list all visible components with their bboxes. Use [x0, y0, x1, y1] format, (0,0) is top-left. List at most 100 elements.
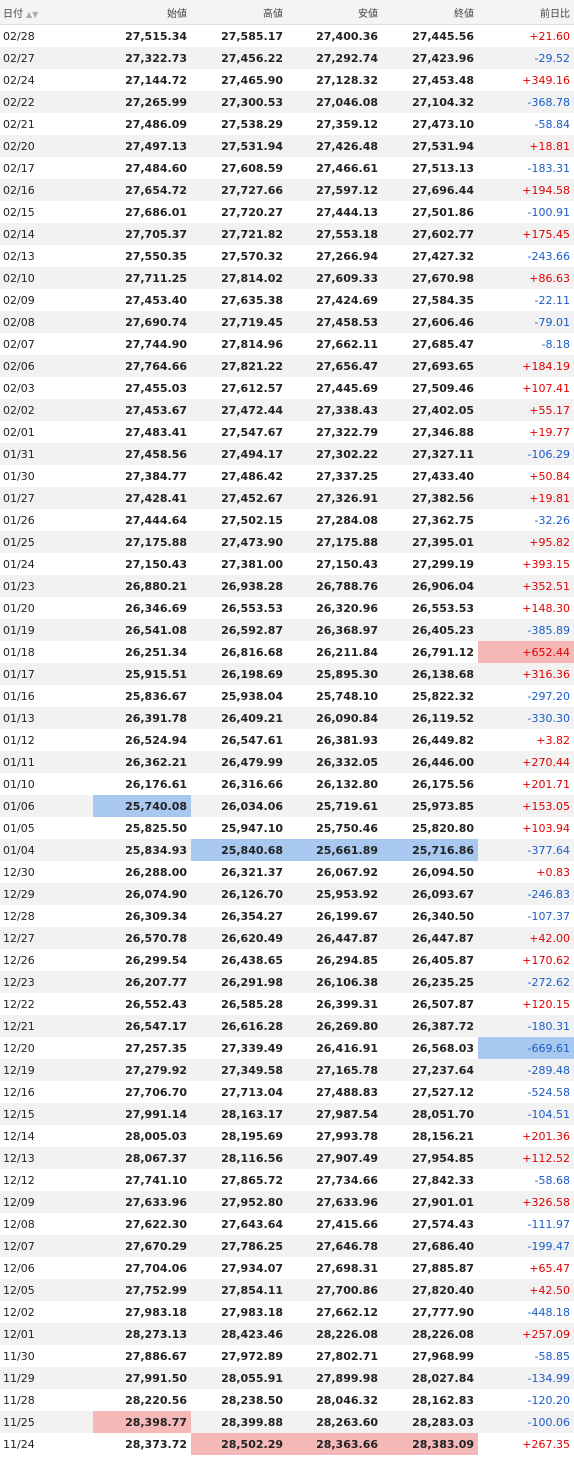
row-low: 27,326.91	[287, 487, 382, 509]
row-open: 26,552.43	[93, 993, 191, 1015]
row-date: 02/15	[0, 201, 93, 223]
table-row: 12/22 26,552.43 26,585.28 26,399.31 26,507.8…	[0, 993, 574, 1015]
high-column-header[interactable]: 高値	[191, 0, 287, 25]
row-open: 27,706.70	[93, 1081, 191, 1103]
row-change: -385.89	[478, 619, 574, 641]
table-row: 12/12 27,741.10 27,865.72 27,734.66 27,842.3…	[0, 1169, 574, 1191]
date-column-header[interactable]: 日付 ▲▼	[0, 0, 93, 25]
row-high: 28,055.91	[191, 1367, 287, 1389]
row-low: 25,953.92	[287, 883, 382, 905]
row-date: 12/02	[0, 1301, 93, 1323]
row-close: 28,383.09	[382, 1433, 478, 1455]
row-open: 26,299.54	[93, 949, 191, 971]
row-change: +112.52	[478, 1147, 574, 1169]
row-close: 26,387.72	[382, 1015, 478, 1037]
row-date: 12/29	[0, 883, 93, 905]
row-open: 27,455.03	[93, 377, 191, 399]
row-date: 01/16	[0, 685, 93, 707]
row-date: 01/17	[0, 663, 93, 685]
row-date: 12/28	[0, 905, 93, 927]
row-close: 27,423.96	[382, 47, 478, 69]
row-change: +95.82	[478, 531, 574, 553]
row-open: 27,384.77	[93, 465, 191, 487]
table-row: 02/10 27,711.25 27,814.02 27,609.33 27,670.9…	[0, 267, 574, 289]
table-row: 12/27 26,570.78 26,620.49 26,447.87 26,447.8…	[0, 927, 574, 949]
table-row: 01/30 27,384.77 27,486.42 27,337.25 27,433.4…	[0, 465, 574, 487]
row-close: 27,299.19	[382, 553, 478, 575]
sort-desc-icon[interactable]: ▼	[32, 10, 38, 19]
row-low: 26,447.87	[287, 927, 382, 949]
table-row: 01/23 26,880.21 26,938.28 26,788.76 26,906.0…	[0, 575, 574, 597]
row-low: 27,466.61	[287, 157, 382, 179]
row-open: 27,670.29	[93, 1235, 191, 1257]
table-row: 12/08 27,622.30 27,643.64 27,415.66 27,574.4…	[0, 1213, 574, 1235]
row-high: 27,381.00	[191, 553, 287, 575]
table-row: 12/02 27,983.18 27,983.18 27,662.12 27,777.9…	[0, 1301, 574, 1323]
table-row: 02/08 27,690.74 27,719.45 27,458.53 27,606.4…	[0, 311, 574, 333]
row-change: +267.35	[478, 1433, 574, 1455]
row-close: 27,606.46	[382, 311, 478, 333]
row-change: +652.44	[478, 641, 574, 663]
table-row: 11/28 28,220.56 28,238.50 28,046.32 28,162.8…	[0, 1389, 574, 1411]
row-low: 28,263.60	[287, 1411, 382, 1433]
row-low: 25,661.89	[287, 839, 382, 861]
row-change: -183.31	[478, 157, 574, 179]
table-row: 01/12 26,524.94 26,547.61 26,381.93 26,449.8…	[0, 729, 574, 751]
row-low: 27,338.43	[287, 399, 382, 421]
row-date: 02/09	[0, 289, 93, 311]
row-open: 26,541.08	[93, 619, 191, 641]
row-date: 11/24	[0, 1433, 93, 1455]
row-close: 27,685.47	[382, 333, 478, 355]
low-column-header[interactable]: 安値	[287, 0, 382, 25]
table-row: 01/25 27,175.88 27,473.90 27,175.88 27,395.0…	[0, 531, 574, 553]
row-date: 12/21	[0, 1015, 93, 1037]
close-column-header[interactable]: 終値	[382, 0, 478, 25]
row-open: 27,991.50	[93, 1367, 191, 1389]
row-close: 27,433.40	[382, 465, 478, 487]
row-close: 27,531.94	[382, 135, 478, 157]
table-row: 01/17 25,915.51 26,198.69 25,895.30 26,138.6…	[0, 663, 574, 685]
row-low: 25,895.30	[287, 663, 382, 685]
row-high: 27,608.59	[191, 157, 287, 179]
row-close: 27,696.44	[382, 179, 478, 201]
row-low: 27,458.53	[287, 311, 382, 333]
row-close: 27,777.90	[382, 1301, 478, 1323]
row-low: 27,046.08	[287, 91, 382, 113]
table-row: 12/20 27,257.35 27,339.49 26,416.91 26,568.0…	[0, 1037, 574, 1059]
row-high: 26,816.68	[191, 641, 287, 663]
change-column-header[interactable]: 前日比	[478, 0, 574, 25]
row-close: 26,405.23	[382, 619, 478, 641]
row-close: 26,094.50	[382, 861, 478, 883]
sort-arrows-icon[interactable]: ▲▼	[26, 10, 38, 19]
row-high: 27,719.45	[191, 311, 287, 333]
row-high: 27,814.96	[191, 333, 287, 355]
open-column-header[interactable]: 始値	[93, 0, 191, 25]
row-date: 01/18	[0, 641, 93, 663]
row-open: 27,144.72	[93, 69, 191, 91]
row-change: +393.15	[478, 553, 574, 575]
table-row: 02/17 27,484.60 27,608.59 27,466.61 27,513.1…	[0, 157, 574, 179]
table-row: 02/13 27,550.35 27,570.32 27,266.94 27,427.3…	[0, 245, 574, 267]
row-open: 27,428.41	[93, 487, 191, 509]
row-high: 26,547.61	[191, 729, 287, 751]
row-change: +42.00	[478, 927, 574, 949]
row-open: 26,880.21	[93, 575, 191, 597]
row-high: 26,592.87	[191, 619, 287, 641]
row-change: +19.77	[478, 421, 574, 443]
row-low: 26,788.76	[287, 575, 382, 597]
table-row: 12/06 27,704.06 27,934.07 27,698.31 27,885.8…	[0, 1257, 574, 1279]
row-low: 27,284.08	[287, 509, 382, 531]
row-close: 27,402.05	[382, 399, 478, 421]
row-date: 02/14	[0, 223, 93, 245]
row-low: 26,132.80	[287, 773, 382, 795]
row-change: -111.97	[478, 1213, 574, 1235]
table-row: 11/25 28,398.77 28,399.88 28,263.60 28,283.0…	[0, 1411, 574, 1433]
row-low: 26,211.84	[287, 641, 382, 663]
row-date: 12/08	[0, 1213, 93, 1235]
row-high: 28,423.46	[191, 1323, 287, 1345]
row-close: 26,119.52	[382, 707, 478, 729]
row-date: 01/04	[0, 839, 93, 861]
table-row: 12/16 27,706.70 27,713.04 27,488.83 27,527.1…	[0, 1081, 574, 1103]
row-high: 27,547.67	[191, 421, 287, 443]
row-change: -58.84	[478, 113, 574, 135]
